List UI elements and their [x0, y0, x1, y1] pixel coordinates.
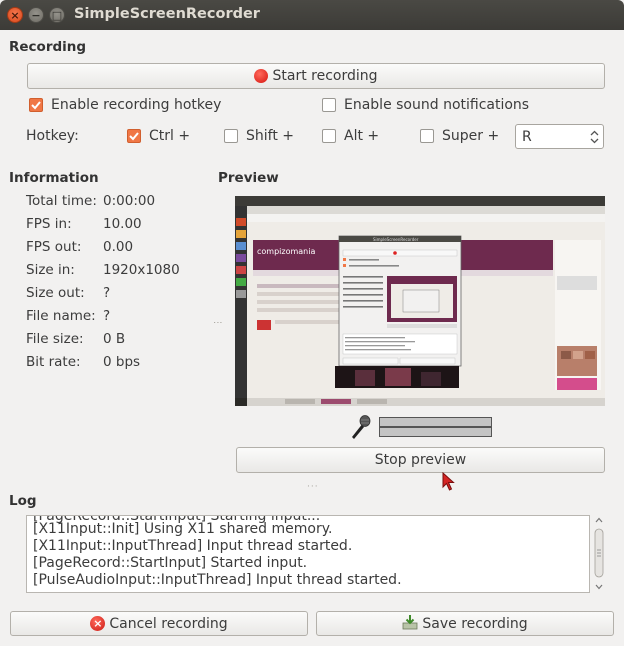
preview-ssr-title: SimpleScreenRecorder: [373, 237, 419, 242]
alt-label: Alt +: [344, 128, 380, 144]
preview-site-title: compizomania: [257, 247, 315, 256]
shift-checkbox[interactable]: [224, 129, 238, 143]
hotkey-key-value: R: [522, 129, 532, 145]
log-textarea[interactable]: [PageRecord::StartInput] Starting input.…: [26, 515, 590, 593]
title-bar: × − □ SimpleScreenRecorder: [0, 0, 624, 30]
info-key-file-size: File size:: [26, 331, 84, 347]
info-value-total-time: 0:00:00: [103, 193, 156, 209]
info-key-file-name: File name:: [26, 308, 96, 324]
enable-sound-checkbox[interactable]: [322, 98, 336, 112]
cancel-icon: ×: [90, 616, 106, 631]
info-value-file-name: ?: [103, 308, 111, 324]
stop-preview-label: Stop preview: [374, 452, 467, 468]
info-value-fps-in: 10.00: [103, 216, 142, 232]
mouse-cursor-icon: [442, 471, 456, 496]
maximize-window-button[interactable]: □: [49, 7, 65, 23]
cancel-recording-label: Cancel recording: [109, 615, 228, 632]
scroll-up-icon[interactable]: [595, 517, 603, 523]
preview-image: compizomania SimpleScreenRecorder: [235, 196, 605, 406]
enable-hotkey-label: Enable recording hotkey: [51, 97, 222, 113]
preview-heading: Preview: [218, 170, 279, 186]
vertical-splitter[interactable]: ⋮: [212, 318, 222, 328]
stop-preview-button[interactable]: Stop preview: [236, 447, 605, 473]
start-recording-label: Start recording: [272, 68, 378, 84]
scroll-down-icon[interactable]: [595, 584, 603, 590]
info-key-total-time: Total time:: [26, 193, 97, 209]
preview-screenshot: compizomania SimpleScreenRecorder: [235, 196, 605, 406]
alt-checkbox[interactable]: [322, 129, 336, 143]
microphone-icon: [349, 415, 373, 445]
enable-hotkey-checkbox[interactable]: [29, 98, 43, 112]
info-key-size-out: Size out:: [26, 285, 85, 301]
info-key-size-in: Size in:: [26, 262, 75, 278]
info-value-fps-out: 0.00: [103, 239, 134, 255]
info-value-bit-rate: 0 bps: [103, 354, 141, 370]
log-line: [PulseAudioInput::InputThread] Input thr…: [33, 572, 402, 588]
shift-label: Shift +: [246, 128, 295, 144]
spin-arrows-icon: [590, 130, 599, 144]
log-line: [PageRecord::StartInput] Started input.: [33, 555, 308, 571]
info-key-fps-out: FPS out:: [26, 239, 82, 255]
record-icon: [254, 69, 269, 83]
close-window-button[interactable]: ×: [7, 7, 23, 23]
ctrl-label: Ctrl +: [149, 128, 191, 144]
super-checkbox[interactable]: [420, 129, 434, 143]
check-icon: [31, 101, 41, 110]
hotkey-label: Hotkey:: [26, 128, 79, 144]
window-title: SimpleScreenRecorder: [74, 6, 260, 22]
save-recording-label: Save recording: [422, 615, 528, 632]
ctrl-checkbox[interactable]: [127, 129, 141, 143]
information-heading: Information: [9, 170, 99, 186]
info-key-bit-rate: Bit rate:: [26, 354, 81, 370]
minimize-window-button[interactable]: −: [28, 7, 44, 23]
cancel-recording-button[interactable]: × Cancel recording: [10, 611, 308, 636]
enable-sound-label: Enable sound notifications: [344, 97, 530, 113]
horizontal-splitter[interactable]: ···: [307, 482, 319, 492]
info-value-file-size: 0 B: [103, 331, 126, 347]
log-line: [X11Input::InputThread] Input thread sta…: [33, 538, 353, 554]
save-icon: [402, 614, 418, 634]
log-scrollbar[interactable]: [593, 515, 605, 593]
info-key-fps-in: FPS in:: [26, 216, 72, 232]
super-label: Super +: [442, 128, 500, 144]
log-line: [X11Input::Init] Using X11 shared memory…: [33, 521, 333, 537]
check-icon: [129, 132, 139, 141]
recording-heading: Recording: [9, 39, 87, 55]
audio-level-meter: [379, 417, 492, 437]
info-value-size-in: 1920x1080: [103, 262, 180, 278]
save-recording-button[interactable]: Save recording: [316, 611, 614, 636]
log-heading: Log: [9, 493, 37, 509]
info-value-size-out: ?: [103, 285, 111, 301]
start-recording-button[interactable]: Start recording: [27, 63, 605, 89]
hotkey-key-select[interactable]: R: [515, 124, 604, 149]
